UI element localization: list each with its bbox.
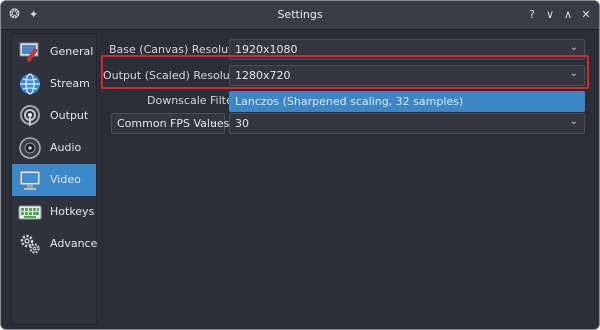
- downscale-filter-label: Downscale Filter:: [147, 94, 241, 107]
- downscale-filter-value: Lanczos (Sharpened scaling, 32 samples): [235, 95, 464, 108]
- help-button[interactable]: ?: [525, 7, 539, 23]
- audio-icon: [19, 137, 41, 159]
- downscale-filter-combo[interactable]: Lanczos (Sharpened scaling, 32 samples): [229, 91, 585, 112]
- fps-value-combo[interactable]: 30 ⌄: [229, 113, 585, 134]
- fps-type-combo[interactable]: Common FPS Values ⌄: [111, 113, 229, 134]
- sidebar-item-label: General: [50, 45, 94, 58]
- general-icon: [19, 42, 39, 62]
- sidebar-item-audio[interactable]: Audio: [12, 132, 96, 164]
- advanced-icon: [20, 234, 40, 254]
- fps-value: 30: [235, 117, 249, 130]
- output-icon: [20, 105, 40, 126]
- sidebar-item-hotkeys[interactable]: Hotkeys: [12, 196, 96, 228]
- title-bar: ❂ ✦ Settings ? ∨ ∧ ✕: [1, 1, 599, 30]
- sidebar-item-label: Output: [50, 109, 89, 122]
- chevron-down-icon: ⌄: [209, 116, 218, 127]
- stream-icon: [20, 73, 40, 95]
- sidebar-item-label: Video: [50, 173, 81, 186]
- maximize-button[interactable]: ∧: [561, 7, 575, 23]
- chevron-down-icon: ⌄: [569, 116, 578, 127]
- sidebar-item-stream[interactable]: Stream: [12, 68, 96, 100]
- sidebar-item-label: Hotkeys: [50, 205, 95, 218]
- sidebar-item-label: Stream: [50, 77, 90, 90]
- minimize-button[interactable]: ∨: [543, 7, 557, 23]
- chevron-down-icon: ⌄: [569, 42, 578, 53]
- video-icon: [19, 170, 41, 190]
- sidebar-item-output[interactable]: Output: [12, 100, 96, 132]
- output-resolution-highlight: [101, 55, 589, 89]
- window-title: Settings: [277, 8, 323, 21]
- settings-window: ❂ ✦ Settings ? ∨ ∧ ✕ General Stream Outp…: [0, 0, 600, 330]
- sidebar-item-general[interactable]: General: [12, 36, 96, 68]
- sidebar-item-advanced[interactable]: Advanced: [12, 228, 104, 260]
- close-button[interactable]: ✕: [579, 7, 593, 23]
- sidebar-item-label: Audio: [50, 141, 82, 154]
- settings-sidebar: General Stream Output Audio Video Hotkey…: [11, 33, 104, 325]
- hotkeys-icon: [18, 205, 42, 220]
- sidebar-item-video[interactable]: Video: [12, 164, 96, 196]
